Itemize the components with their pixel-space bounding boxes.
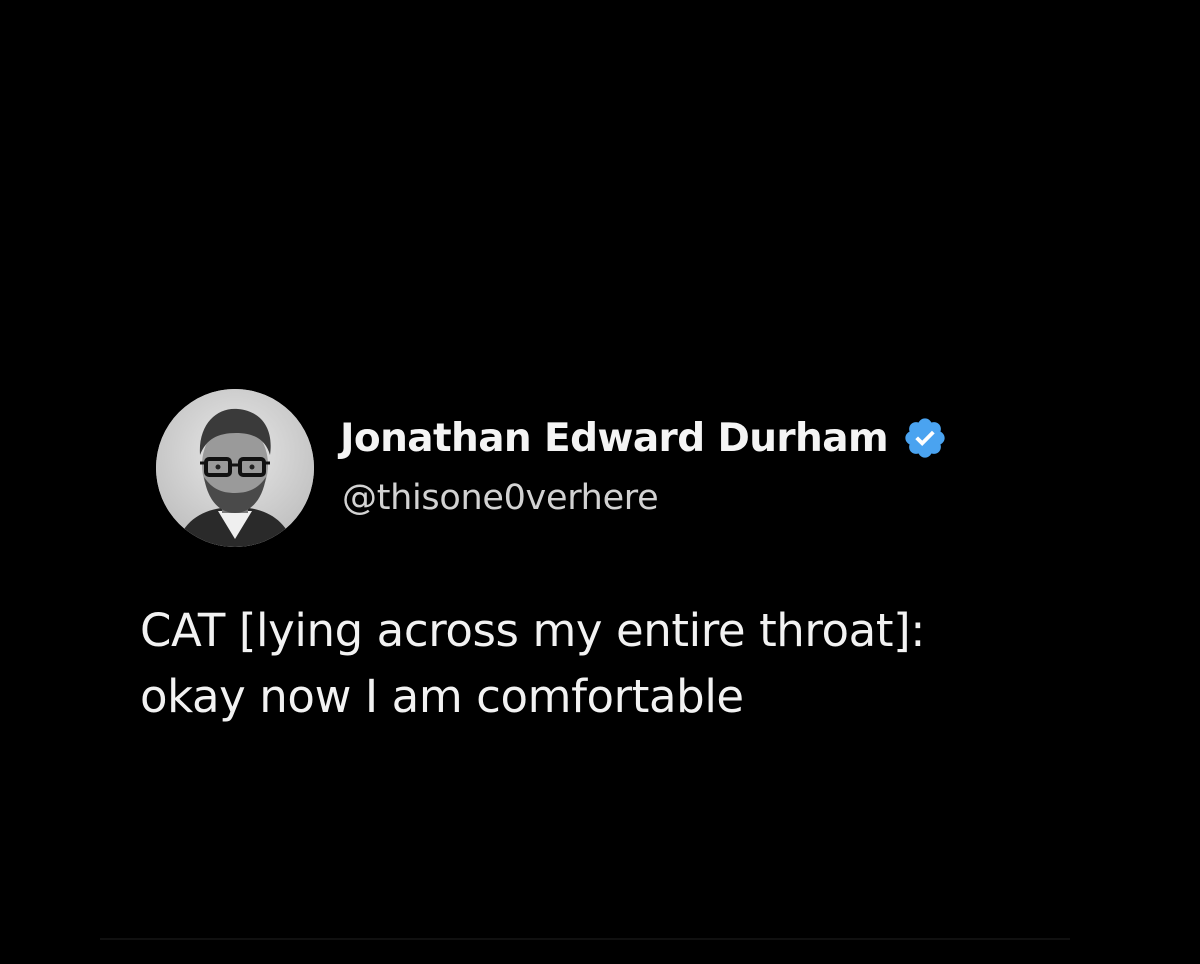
author-name-row: Jonathan Edward Durham [340,410,948,466]
verified-badge-icon [902,415,948,461]
tweet-text-line: CAT [lying across my entire throat]: [140,604,926,657]
author-display-name[interactable]: Jonathan Edward Durham [340,416,889,461]
tweet-text: CAT [lying across my entire throat]: oka… [140,598,1140,730]
bottom-divider [100,938,1070,940]
tweet-text-line: okay now I am comfortable [140,670,744,723]
avatar-photo [156,389,314,547]
author-handle[interactable]: @thisone0verhere [342,478,659,518]
author-avatar[interactable] [156,389,314,547]
tweet-card: Jonathan Edward Durham @thisone0verhere … [0,0,1200,964]
